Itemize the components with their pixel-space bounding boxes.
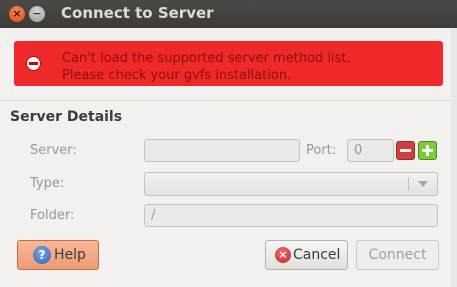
cancel-button[interactable]: × Cancel bbox=[265, 240, 348, 270]
help-button[interactable]: ? Help bbox=[17, 240, 99, 270]
folder-label: Folder: bbox=[30, 208, 75, 223]
section-title: Server Details bbox=[10, 109, 123, 125]
window-title: Connect to Server bbox=[61, 4, 214, 22]
folder-input[interactable]: / bbox=[144, 204, 438, 227]
error-icon bbox=[26, 56, 41, 71]
port-decrement-button[interactable] bbox=[396, 141, 415, 160]
help-button-label: Help bbox=[54, 247, 86, 263]
connect-button[interactable]: Connect bbox=[356, 240, 439, 270]
type-label: Type: bbox=[30, 176, 65, 191]
cancel-icon: × bbox=[275, 247, 291, 263]
server-label: Server: bbox=[30, 143, 77, 158]
error-message-line-2: Please check your gvfs installation. bbox=[62, 68, 292, 83]
close-window-button[interactable]: × bbox=[9, 6, 25, 22]
server-input[interactable] bbox=[144, 139, 300, 162]
help-icon: ? bbox=[33, 246, 51, 264]
minimize-window-button[interactable]: − bbox=[29, 6, 45, 22]
error-infobar: Can't load the supported server method l… bbox=[14, 41, 443, 86]
window-edge bbox=[451, 28, 457, 287]
chevron-down-icon bbox=[418, 181, 428, 187]
connect-to-server-dialog: × − Connect to Server Can't load the sup… bbox=[0, 0, 457, 287]
port-increment-button[interactable] bbox=[418, 141, 437, 160]
type-select[interactable] bbox=[144, 172, 438, 196]
port-label: Port: bbox=[306, 143, 337, 158]
separator bbox=[0, 100, 457, 101]
port-input[interactable]: 0 bbox=[347, 139, 394, 162]
cancel-button-label: Cancel bbox=[293, 247, 341, 263]
title-bar: × − Connect to Server bbox=[0, 0, 457, 28]
error-message-line-1: Can't load the supported server method l… bbox=[62, 51, 351, 66]
type-select-divider bbox=[408, 177, 409, 191]
